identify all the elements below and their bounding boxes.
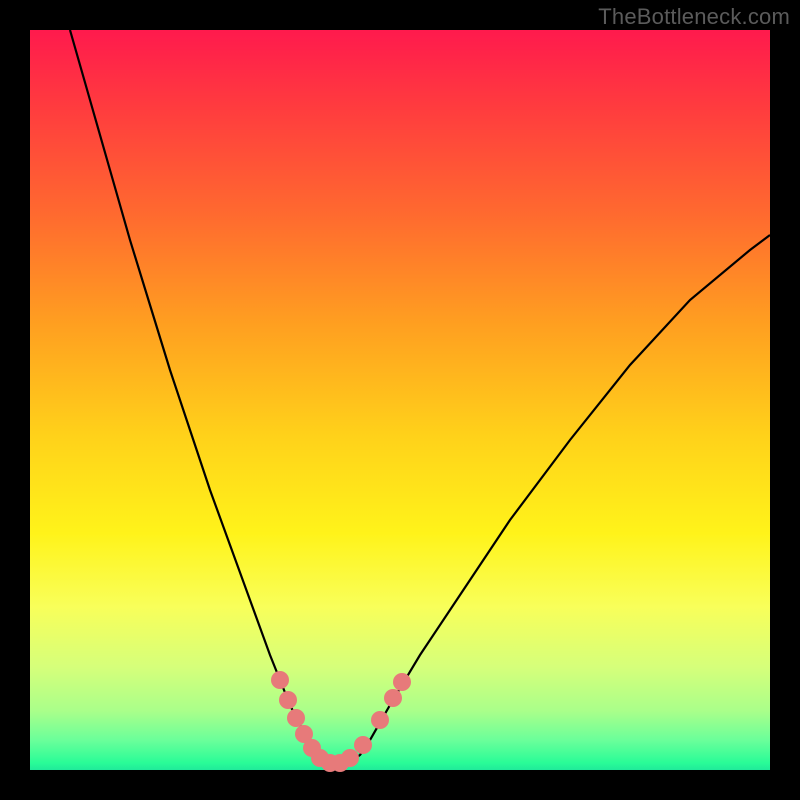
chart-frame: TheBottleneck.com (0, 0, 800, 800)
highlight-point (354, 736, 372, 754)
highlight-point (393, 673, 411, 691)
bottleneck-curve (70, 30, 770, 764)
highlight-point (341, 749, 359, 767)
highlight-point (271, 671, 289, 689)
highlight-markers (271, 671, 411, 772)
highlight-point (279, 691, 297, 709)
highlight-point (384, 689, 402, 707)
plot-area (30, 30, 770, 770)
highlight-point (287, 709, 305, 727)
watermark-text: TheBottleneck.com (598, 4, 790, 30)
curve-svg (30, 30, 770, 770)
highlight-point (371, 711, 389, 729)
